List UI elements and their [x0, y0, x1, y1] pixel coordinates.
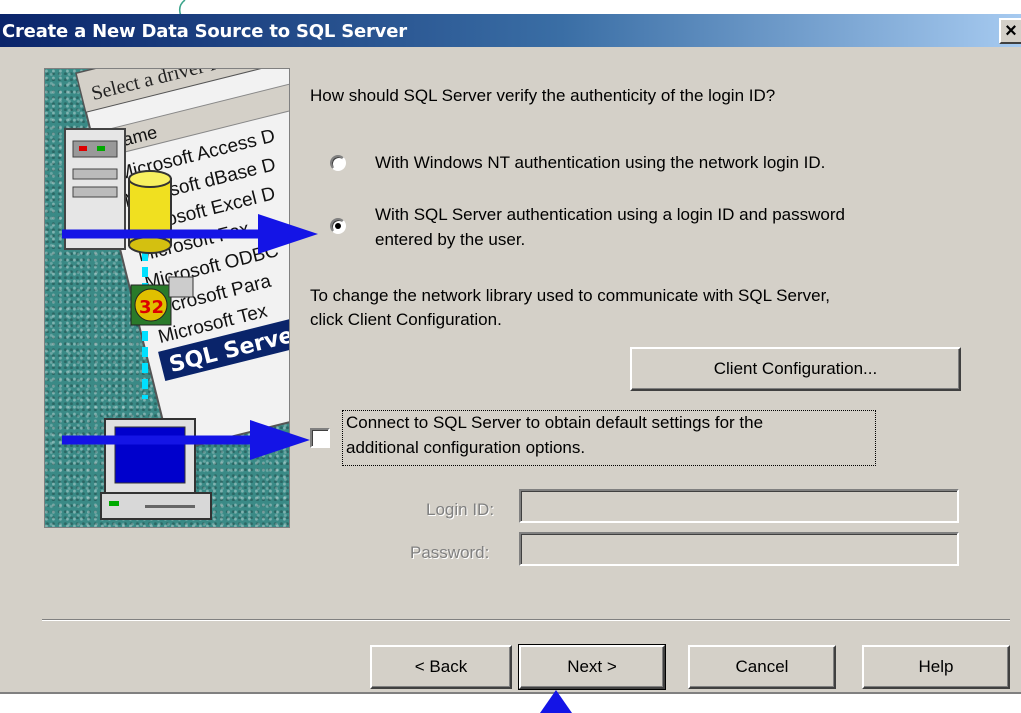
- auth-question: How should SQL Server verify the authent…: [310, 86, 776, 105]
- cancel-button[interactable]: Cancel: [688, 645, 836, 689]
- window-title: Create a New Data Source to SQL Server: [2, 21, 407, 42]
- radio-windows-auth[interactable]: [330, 155, 346, 171]
- network-note-line2: click Client Configuration.: [310, 310, 502, 329]
- password-input[interactable]: [519, 532, 959, 566]
- next-button[interactable]: Next >: [518, 644, 666, 690]
- network-note-line1: To change the network library used to co…: [310, 286, 831, 305]
- help-button[interactable]: Help: [862, 645, 1010, 689]
- back-button[interactable]: < Back: [370, 645, 512, 689]
- footer-separator: [42, 619, 1010, 621]
- login-id-input[interactable]: [519, 489, 959, 523]
- dialog-window: Create a New Data Source to SQL Server ×…: [0, 0, 1021, 713]
- close-icon: ×: [1005, 20, 1017, 42]
- radio-sql-auth[interactable]: [330, 218, 346, 234]
- radio-sql-auth-label-line2[interactable]: entered by the user.: [375, 230, 525, 250]
- client-configuration-button[interactable]: Client Configuration...: [630, 347, 961, 391]
- password-label: Password:: [410, 543, 490, 562]
- radio-selected-dot: [335, 223, 341, 229]
- connect-checkbox-label-line2[interactable]: additional configuration options.: [346, 438, 585, 458]
- annotation-arrow-up-icon: [540, 690, 572, 713]
- close-button[interactable]: ×: [999, 18, 1021, 44]
- radio-sql-auth-label-line1[interactable]: With SQL Server authentication using a l…: [375, 205, 845, 225]
- annotation-arrow-right-icon: [62, 420, 310, 460]
- connect-checkbox-label-line1[interactable]: Connect to SQL Server to obtain default …: [346, 413, 763, 433]
- badge-text: 32: [139, 297, 164, 318]
- radio-windows-auth-text: With Windows NT authentication using the…: [375, 153, 826, 172]
- radio-windows-auth-label[interactable]: With Windows NT authentication using the…: [375, 153, 825, 173]
- login-id-label: Login ID:: [426, 500, 495, 519]
- annotation-arrow-right-icon: [62, 214, 318, 254]
